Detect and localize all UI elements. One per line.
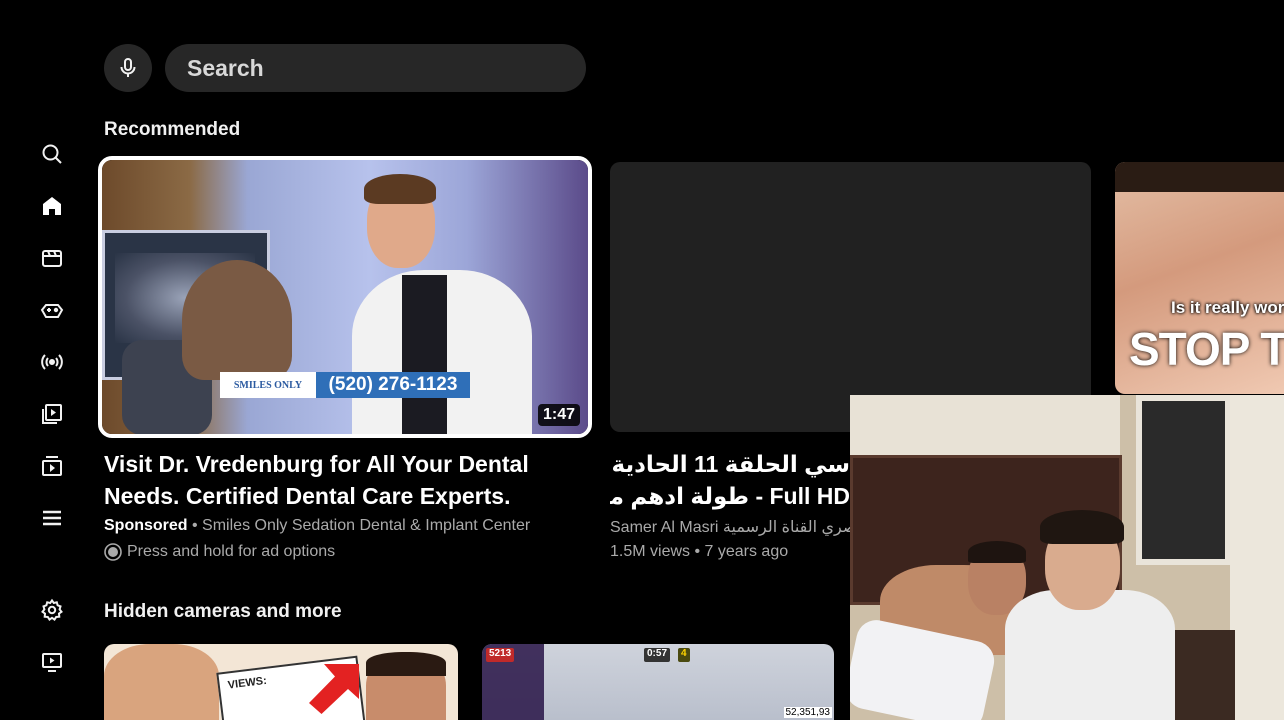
window <box>1136 395 1231 565</box>
channel-name: • Smiles Only Sedation Dental & Implant … <box>187 517 531 534</box>
section-title-recommended: Recommended <box>104 119 241 140</box>
voice-search-button[interactable] <box>104 44 152 92</box>
title-line-2: Full HD - طولة ادهم مرشد <box>610 483 850 509</box>
ad-options-hint: Press and hold for ad options <box>104 543 335 561</box>
radio-icon <box>104 543 122 561</box>
person-left-hair <box>968 541 1026 563</box>
gear-icon <box>41 598 63 622</box>
subscriptions-icon <box>42 456 62 476</box>
ad-options-text: Press and hold for ad options <box>127 543 336 560</box>
doctor-shirt <box>402 275 447 434</box>
sidebar-item-live[interactable] <box>36 346 68 378</box>
curtain-right <box>1230 395 1284 720</box>
sidebar-item-search[interactable] <box>36 138 68 170</box>
sponsored-label: Sponsored <box>104 517 188 534</box>
doctor-hair <box>364 174 436 204</box>
thumbnail-image: VIEWS: <box>104 644 458 720</box>
side-navigation <box>0 0 104 720</box>
sidebar-item-subscriptions[interactable] <box>36 450 68 482</box>
thumbnail-image: 5213 0:57 4 52,351,93 <box>482 644 834 720</box>
gamepad-icon <box>40 304 64 318</box>
curtain-left <box>850 395 1120 455</box>
video-title[interactable]: Visit Dr. Vredenburg for All Your Dental… <box>104 448 574 512</box>
video-title-arabic[interactable]: سي الحلقة 11 الحادية عشر Full HD - طولة … <box>610 448 850 512</box>
playlist-icon <box>42 404 62 424</box>
face-left <box>104 644 219 720</box>
thumbnail-caption-large: STOP TH <box>1129 323 1284 375</box>
sidebar-item-gaming[interactable] <box>36 294 68 326</box>
video-thumbnail-game[interactable]: 5213 0:57 4 52,351,93 <box>482 644 834 720</box>
thumbnail-image: SMILES ONLY (520) 276-1123 <box>102 160 588 434</box>
hud-chip: 0:57 <box>644 648 671 662</box>
video-thumbnail-views[interactable]: VIEWS: <box>104 644 458 720</box>
video-stats: 1.5M views • 7 years ago <box>610 543 789 560</box>
thumbnail-caption-small: Is it really wort <box>1171 298 1284 317</box>
tv-icon <box>42 653 62 672</box>
bedside-table <box>1175 630 1235 720</box>
person-right-hair <box>1040 510 1124 544</box>
banner-logo: SMILES ONLY <box>220 372 316 398</box>
video-thumbnail-ad[interactable]: SMILES ONLY (520) 276-1123 1:47 <box>98 156 592 438</box>
hud-counter: 52,351,93 <box>783 707 832 718</box>
sidebar-item-library[interactable] <box>36 398 68 430</box>
views-label: VIEWS: <box>227 674 268 692</box>
sidebar-item-menu[interactable] <box>36 502 68 534</box>
patient-figure <box>182 260 292 380</box>
hud-chip: 5213 <box>486 648 515 662</box>
broadcast-icon <box>41 354 63 370</box>
search-placeholder: Search <box>187 54 264 81</box>
ad-meta: Sponsored • Smiles Only Sedation Dental … <box>104 517 530 535</box>
hud-chip: 4 <box>678 648 690 662</box>
hair-shape <box>1115 162 1284 192</box>
duration-badge: 1:47 <box>537 404 580 426</box>
thumbnail-image: Is it really wort STOP TH <box>1115 162 1284 394</box>
title-line-1: سي الحلقة 11 الحادية عشر <box>610 451 850 477</box>
menu-icon <box>43 510 61 526</box>
banner-phone: (520) 276-1123 <box>316 372 470 398</box>
camera-overlay <box>850 395 1284 720</box>
search-icon <box>42 144 62 164</box>
sidebar-item-home[interactable] <box>36 190 68 222</box>
video-thumbnail-loading[interactable] <box>610 162 1091 432</box>
sidebar-item-cast[interactable] <box>36 646 68 678</box>
ad-banner: SMILES ONLY (520) 276-1123 <box>220 372 470 398</box>
title-line-2: Needs. Certified Dental Care Experts. <box>104 483 511 509</box>
home-icon <box>43 197 61 215</box>
face-right <box>366 652 446 720</box>
section-title-hidden-cameras: Hidden cameras and more <box>104 601 342 622</box>
sidebar-item-settings[interactable] <box>36 594 68 626</box>
channel-name: Samer Al Masri المصري القناة الرسمية <box>610 519 850 536</box>
microphone-icon <box>120 58 136 77</box>
search-input[interactable]: Search <box>165 44 586 92</box>
video-thumbnail-partial[interactable]: Is it really wort STOP TH <box>1115 162 1284 394</box>
sidebar-item-shorts[interactable] <box>36 242 68 274</box>
clapperboard-icon <box>42 250 62 267</box>
title-line-1: Visit Dr. Vredenburg for All Your Dental <box>104 451 529 477</box>
